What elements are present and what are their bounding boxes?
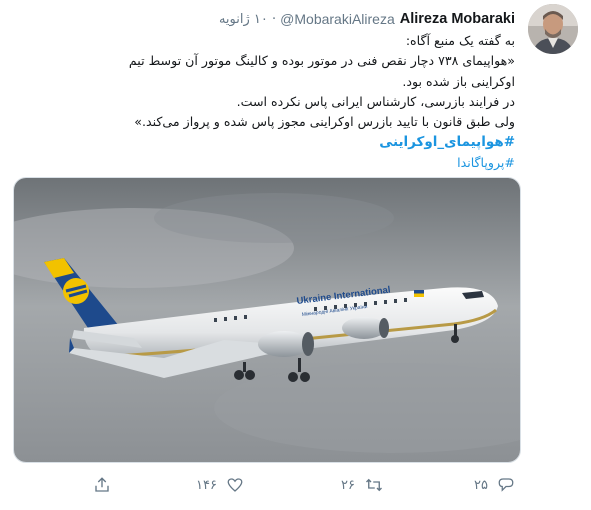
- reply-button[interactable]: ۲۵: [474, 470, 515, 500]
- share-button[interactable]: [93, 470, 111, 500]
- like-button[interactable]: ۱۴۶: [196, 470, 244, 500]
- retweet-count: ۲۶: [341, 477, 355, 493]
- avatar-image: [528, 4, 578, 54]
- tweet-header: Alireza Mobaraki @MobarakiAlireza · ۱۰ ژ…: [219, 9, 515, 29]
- tweet-line: اوکراینی باز شده بود.: [402, 73, 515, 89]
- separator-dot: ·: [271, 11, 277, 27]
- retweet-icon: [365, 478, 382, 492]
- tweet-line: در فرایند بازرسی، کارشناس ایرانی پاس نکر…: [236, 93, 515, 109]
- display-name[interactable]: Alireza Mobaraki: [400, 11, 515, 27]
- hashtag-link[interactable]: #هواپیمای_اوکراینی: [379, 134, 515, 150]
- tweet-line: به گفته یک منبع آگاه:: [405, 33, 515, 48]
- tweet-text: به گفته یک منبع آگاه: «هواپیمای ۷۳۸ دچار…: [10, 31, 515, 173]
- reply-icon: [498, 478, 514, 492]
- heart-icon: [227, 478, 243, 492]
- like-count: ۱۴۶: [196, 477, 217, 493]
- user-handle[interactable]: @MobarakiAlireza: [280, 11, 395, 27]
- tweet-timestamp[interactable]: ۱۰ ژانویه: [219, 12, 268, 27]
- share-icon: [95, 477, 109, 492]
- retweet-button[interactable]: ۲۶: [341, 470, 384, 500]
- hashtag-link[interactable]: #پروپاگاندا: [457, 155, 515, 170]
- tweet-line: ولی طبق قانون با تایید بازرس اوکراینی مج…: [134, 114, 515, 130]
- tweet-media-image[interactable]: Ukraine International Міжнародні Авіалін…: [13, 177, 521, 463]
- reply-count: ۲۵: [474, 477, 488, 493]
- airplane-photo: Ukraine International Міжнародні Авіалін…: [14, 178, 520, 462]
- tweet-line: «هواپیمای ۷۳۸ دچار نقص فنی در موتور بوده…: [128, 53, 515, 69]
- avatar[interactable]: [528, 4, 578, 54]
- tweet-actions: ۱۴۶ ۲۶ ۲۵: [0, 470, 591, 500]
- tweet: Alireza Mobaraki @MobarakiAlireza · ۱۰ ژ…: [0, 0, 591, 510]
